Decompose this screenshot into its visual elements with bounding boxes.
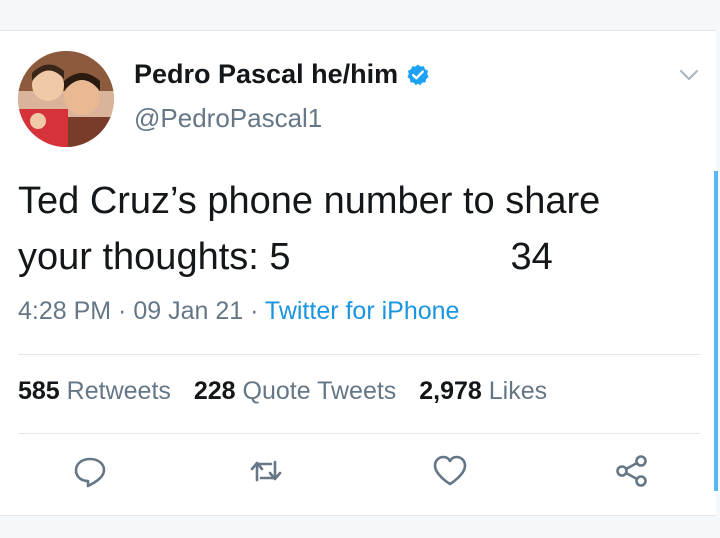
tweet-header: Pedro Pascal he/him @PedroPascal1 <box>18 51 708 151</box>
avatar[interactable] <box>18 51 114 147</box>
likes-label: Likes <box>488 377 548 405</box>
tweet-text-line-2-end: 34 <box>510 236 553 278</box>
heart-icon[interactable] <box>430 451 470 491</box>
tweet-time[interactable]: 4:28 PM <box>18 297 111 325</box>
verified-badge-icon <box>406 63 430 87</box>
retweets-count: 585 <box>18 377 60 405</box>
meta-separator-1: · <box>111 297 134 325</box>
retweets-stat[interactable]: 585 Retweets <box>18 377 171 405</box>
tweet-text: Ted Cruz’s phone number to share your th… <box>18 173 698 285</box>
reply-icon[interactable] <box>70 451 110 491</box>
quote-tweets-stat[interactable]: 228 Quote Tweets <box>194 377 396 405</box>
divider-top <box>18 354 700 355</box>
author-name-row[interactable]: Pedro Pascal he/him <box>134 59 430 90</box>
chevron-down-icon[interactable] <box>678 67 700 83</box>
tweet-text-line-1: Ted Cruz’s phone number to share <box>18 180 601 222</box>
likes-stat[interactable]: 2,978 Likes <box>419 377 547 405</box>
tweet-actions <box>0 451 716 501</box>
author-display-name[interactable]: Pedro Pascal he/him <box>134 59 398 90</box>
tweet-text-line-2: your thoughts: 5 34 <box>18 229 698 285</box>
share-icon[interactable] <box>612 451 652 491</box>
scroll-indicator <box>714 171 718 491</box>
meta-separator-2: · <box>243 297 265 325</box>
retweets-label: Retweets <box>66 377 171 405</box>
divider-bottom <box>18 433 700 434</box>
retweet-icon[interactable] <box>246 451 286 491</box>
avatar-image <box>18 51 114 147</box>
tweet-card: Pedro Pascal he/him @PedroPascal1 Ted Cr… <box>0 30 718 516</box>
tweet-metadata: 4:28 PM · 09 Jan 21 · Twitter for iPhone <box>18 297 459 326</box>
tweet-source-link[interactable]: Twitter for iPhone <box>265 297 460 325</box>
author-handle[interactable]: @PedroPascal1 <box>134 103 322 134</box>
tweet-date[interactable]: 09 Jan 21 <box>133 297 243 325</box>
tweet-text-line-2-start: your thoughts: 5 <box>18 236 291 278</box>
tweet-stats: 585 Retweets 228 Quote Tweets 2,978 Like… <box>18 377 563 406</box>
quote-tweets-label: Quote Tweets <box>242 377 397 405</box>
quote-tweets-count: 228 <box>193 377 236 405</box>
likes-count: 2,978 <box>419 377 482 405</box>
